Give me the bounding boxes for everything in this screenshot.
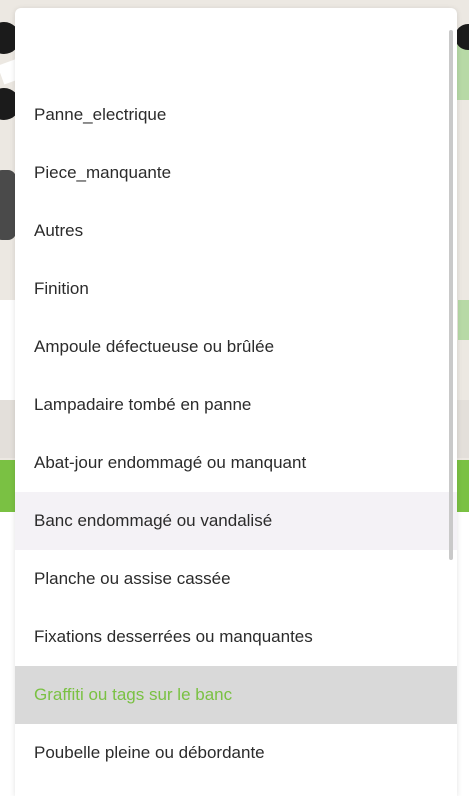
option-item[interactable]: Poubelle pleine ou débordante (15, 724, 457, 782)
option-item[interactable]: Ampoule défectueuse ou brûlée (15, 318, 457, 376)
option-label: Panne_electrique (34, 105, 167, 124)
option-item[interactable]: Abat-jour endommagé ou manquant (15, 434, 457, 492)
option-label: Abat-jour endommagé ou manquant (34, 453, 307, 472)
option-label: Ampoule défectueuse ou brûlée (34, 337, 275, 356)
option-item[interactable]: Fixations desserrées ou manquantes (15, 608, 457, 666)
option-label: Finition (34, 279, 89, 298)
option-label: Poubelle pleine ou débordante (34, 743, 265, 762)
map-control-panel (0, 170, 16, 240)
option-label: Piece_manquante (34, 163, 172, 182)
option-item[interactable]: Piece_manquante (15, 144, 457, 202)
option-item[interactable]: Lampadaire tombé en panne (15, 376, 457, 434)
option-label: Planche ou assise cassée (34, 569, 231, 588)
option-item[interactable]: Finition (15, 260, 457, 318)
option-label: Banc endommagé ou vandalisé (34, 511, 273, 530)
scrollbar[interactable] (449, 30, 453, 560)
option-label: Autres (34, 221, 84, 240)
dropdown-options-sheet: Panne_electrique Piece_manquante Autres … (15, 8, 457, 796)
option-item[interactable]: Autres (15, 202, 457, 260)
map-park (458, 300, 469, 340)
option-item[interactable]: Planche ou assise cassée (15, 550, 457, 608)
option-label: Lampadaire tombé en panne (34, 395, 252, 414)
option-item[interactable]: Panne_electrique (15, 86, 457, 144)
option-label: Fixations desserrées ou manquantes (34, 627, 313, 646)
option-label: Graffiti ou tags sur le banc (34, 685, 233, 704)
option-item-hovered[interactable]: Banc endommagé ou vandalisé (15, 492, 457, 550)
option-item-selected[interactable]: Graffiti ou tags sur le banc (15, 666, 457, 724)
